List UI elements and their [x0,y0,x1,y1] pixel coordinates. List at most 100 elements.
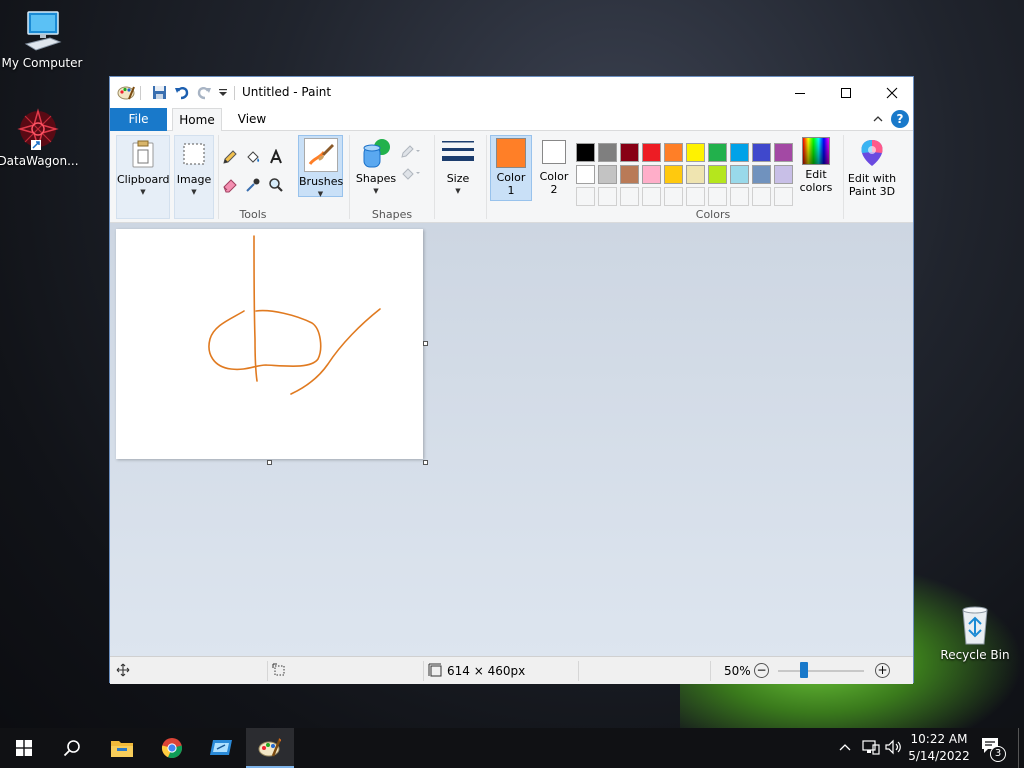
drawing-canvas[interactable] [116,229,423,459]
status-separator [578,661,579,681]
notifications-button[interactable]: 3 [980,736,1008,762]
palette-swatch[interactable] [752,143,771,162]
image-dimensions: 614 × 460px [447,664,526,678]
palette-swatch[interactable] [686,143,705,162]
maximize-button[interactable] [823,77,869,108]
image-button[interactable]: Image ▼ [174,135,214,219]
taskbar-chrome[interactable] [148,728,196,768]
clock[interactable]: 10:22 AM 5/14/2022 [904,731,974,765]
minimize-button[interactable] [777,77,823,108]
palette-swatch[interactable] [752,165,771,184]
remote-app-icon [210,740,232,755]
edit-paint3d-label-2: Paint 3D [848,185,896,198]
zoom-slider-track[interactable] [778,670,864,672]
show-hidden-icons-icon[interactable] [838,740,852,757]
color2-label: Color [539,170,569,183]
taskbar-app[interactable] [197,728,245,768]
taskbar-paint[interactable] [246,728,294,768]
collapse-ribbon-icon[interactable] [871,112,885,126]
brushes-label: Brushes [299,175,344,188]
zoom-out-icon[interactable]: − [754,663,769,678]
zoom-slider-thumb[interactable] [800,662,808,678]
undo-icon[interactable] [173,83,191,101]
outline-icon[interactable] [398,141,424,161]
color-picker-icon[interactable] [243,175,263,195]
status-separator [710,661,711,681]
fill-shape-icon[interactable] [398,163,424,183]
resize-handle-right[interactable] [423,341,428,346]
title-bar: Untitled - Paint [110,77,913,108]
fill-icon[interactable] [243,147,263,167]
network-icon[interactable] [862,739,880,758]
palette-swatch[interactable] [620,143,639,162]
color2-swatch [542,140,566,164]
palette-swatch[interactable] [576,143,595,162]
palette-swatch-empty[interactable] [620,187,639,206]
show-desktop-button[interactable] [1018,728,1019,768]
palette-swatch-empty[interactable] [752,187,771,206]
customize-quick-access-icon[interactable] [216,83,230,101]
palette-swatch-empty[interactable] [708,187,727,206]
tab-view[interactable]: View [230,108,274,132]
palette-swatch[interactable] [774,165,793,184]
edit-paint3d-button[interactable]: Edit with Paint 3D [846,135,898,201]
palette-swatch-empty[interactable] [576,187,595,206]
save-icon[interactable] [150,83,168,101]
select-icon [178,138,210,170]
color1-button[interactable]: Color 1 [490,135,532,201]
palette-swatch[interactable] [576,165,595,184]
palette-swatch[interactable] [642,143,661,162]
palette-swatch[interactable] [708,165,727,184]
desktop-icon-recycle-bin[interactable]: Recycle Bin [933,602,1017,662]
tab-file[interactable]: File [110,108,167,131]
clipboard-button[interactable]: Clipboard ▼ [116,135,170,219]
resize-handle-corner[interactable] [423,460,428,465]
taskbar-file-explorer[interactable] [98,728,146,768]
size-button[interactable]: Size ▼ [440,135,476,197]
desktop-icon-my-computer[interactable]: My Computer [0,10,84,70]
palette-swatch[interactable] [708,143,727,162]
eraser-icon[interactable] [220,175,240,195]
palette-swatch-empty[interactable] [686,187,705,206]
shapes-icon [360,137,392,169]
palette-swatch[interactable] [664,143,683,162]
start-button[interactable] [0,728,48,768]
magnifier-icon[interactable] [266,175,286,195]
desktop-icon-datawagon[interactable]: DataWagon... [0,106,80,168]
palette-swatch[interactable] [774,143,793,162]
paint-app-icon[interactable] [116,83,136,101]
color2-number: 2 [550,183,558,196]
palette-swatch-empty[interactable] [664,187,683,206]
pencil-icon[interactable] [220,147,240,167]
palette-swatch-empty[interactable] [598,187,617,206]
palette-swatch-empty[interactable] [642,187,661,206]
search-button[interactable] [48,728,96,768]
title-divider [234,86,235,100]
help-icon[interactable]: ? [891,110,909,128]
palette-swatch[interactable] [598,143,617,162]
zoom-in-icon[interactable]: + [875,663,890,678]
datawagon-icon [17,108,59,150]
palette-swatch-empty[interactable] [774,187,793,206]
canvas-area[interactable] [110,223,913,656]
redo-icon[interactable] [195,83,213,101]
volume-icon[interactable] [884,739,902,758]
tools-group-label: Tools [239,208,267,221]
brushes-button[interactable]: Brushes ▼ [298,135,344,198]
palette-swatch[interactable] [686,165,705,184]
edit-colors-button[interactable]: Edit colors [796,135,836,201]
tab-home[interactable]: Home [172,108,222,132]
palette-swatch-empty[interactable] [730,187,749,206]
palette-swatch[interactable] [642,165,661,184]
text-icon[interactable] [266,147,286,167]
resize-handle-bottom[interactable] [267,460,272,465]
close-button[interactable] [869,77,915,108]
palette-swatch[interactable] [730,143,749,162]
chrome-icon [161,738,183,759]
palette-swatch[interactable] [730,165,749,184]
shapes-button[interactable]: Shapes ▼ [354,135,398,197]
palette-swatch[interactable] [664,165,683,184]
color2-button[interactable]: Color 2 [534,135,574,201]
palette-swatch[interactable] [598,165,617,184]
palette-swatch[interactable] [620,165,639,184]
